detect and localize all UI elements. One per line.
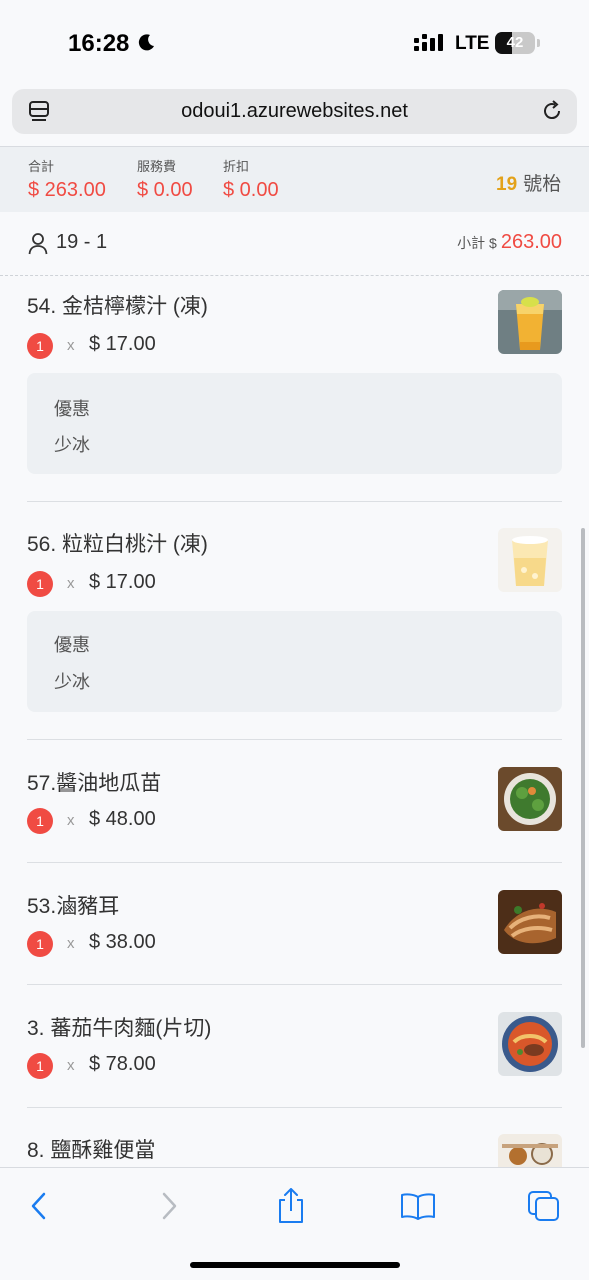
service-value: $ 0.00 [137,179,193,201]
item-name: 53.滷豬耳 [27,895,120,918]
quantity-badge: 1 [27,931,53,957]
tabs-icon[interactable] [524,1188,564,1224]
service-label: 服務費 [137,159,177,174]
quantity-badge: 1 [27,808,53,834]
times-sign: x [67,935,75,952]
share-icon[interactable] [271,1188,311,1224]
order-item[interactable]: 8. 鹽酥雞便當 [27,1134,563,1167]
item-name: 57.醬油地瓜苗 [27,772,162,795]
subtotal-label: 小計 $ [457,235,497,251]
quantity-badge: 1 [27,571,53,597]
signal-icon [414,34,443,51]
note-detail: 少冰 [54,435,90,455]
item-thumbnail [498,890,562,954]
item-thumbnail [498,290,562,354]
address-bar[interactable]: odoui1.azurewebsites.net [12,89,577,134]
times-sign: x [67,337,75,354]
table-suffix: 號枱 [523,174,562,195]
total-label: 合計 [28,159,55,174]
guest-label: 19 - 1 [56,231,108,253]
home-indicator [190,1262,400,1268]
quantity-badge: 1 [27,1053,53,1079]
order-item[interactable]: 54. 金桔檸檬汁 (凍) 1 x $ 17.00 優惠 少冰 [27,290,563,480]
order-item[interactable]: 57.醬油地瓜苗 1 x $ 48.00 [27,767,563,837]
scrollbar[interactable] [581,528,585,1048]
bookmarks-icon[interactable] [398,1188,438,1224]
quantity-badge: 1 [27,333,53,359]
note-detail: 少冰 [54,672,90,692]
network-type: LTE [455,33,490,54]
times-sign: x [67,1057,75,1074]
total-value: $ 263.00 [28,179,106,201]
divider [27,739,562,740]
item-thumbnail [498,1012,562,1076]
back-chevron-icon[interactable] [20,1188,60,1224]
item-price: $ 17.00 [89,333,156,355]
discount-label: 折扣 [223,159,250,174]
url-text[interactable]: odoui1.azurewebsites.net [12,100,577,123]
note-title: 優惠 [54,399,90,419]
item-name: 8. 鹽酥雞便當 [27,1139,156,1162]
guest-row[interactable]: 19 - 1 小計 $263.00 [0,212,589,276]
total-block: 合計 $ 263.00 [28,156,106,202]
divider [27,501,562,502]
subtotal: 小計 $263.00 [457,231,562,254]
item-price: $ 38.00 [89,931,156,953]
item-price: $ 17.00 [89,571,156,593]
times-sign: x [67,575,75,592]
order-item[interactable]: 3. 蕃茄牛肉麵(片切) 1 x $ 78.00 [27,1012,563,1082]
item-thumbnail [498,767,562,831]
times-sign: x [67,812,75,829]
order-item[interactable]: 56. 粒粒白桃汁 (凍) 1 x $ 17.00 優惠 少冰 [27,528,563,718]
service-block: 服務費 $ 0.00 [137,156,193,202]
item-thumbnail [498,528,562,592]
item-price: $ 78.00 [89,1053,156,1075]
table-number: 19 [496,174,518,195]
item-note: 優惠 少冰 [27,611,562,712]
discount-value: $ 0.00 [223,179,279,201]
discount-block: 折扣 $ 0.00 [223,156,279,202]
divider [27,984,562,985]
moon-icon [138,34,154,51]
item-price: $ 48.00 [89,808,156,830]
item-name: 54. 金桔檸檬汁 (凍) [27,295,208,318]
battery-icon: 42 [495,32,541,54]
person-icon [28,233,48,255]
status-time: 16:28 [68,30,130,57]
item-name: 3. 蕃茄牛肉麵(片切) [27,1017,212,1040]
divider [27,862,562,863]
status-bar: 16:28 LTE 42 [0,0,589,88]
item-name: 56. 粒粒白桃汁 (凍) [27,533,208,556]
forward-chevron-icon[interactable] [148,1188,188,1224]
item-note: 優惠 少冰 [27,373,562,474]
table-label: 19 號枱 [496,169,561,196]
item-thumbnail [498,1134,562,1167]
order-item[interactable]: 53.滷豬耳 1 x $ 38.00 [27,890,563,960]
reload-icon[interactable] [540,99,564,123]
divider [27,1107,562,1108]
order-summary: 合計 $ 263.00 服務費 $ 0.00 折扣 $ 0.00 19 號枱 [0,147,589,212]
note-title: 優惠 [54,635,90,655]
battery-percent: 42 [506,34,524,51]
subtotal-value: 263.00 [500,231,562,253]
